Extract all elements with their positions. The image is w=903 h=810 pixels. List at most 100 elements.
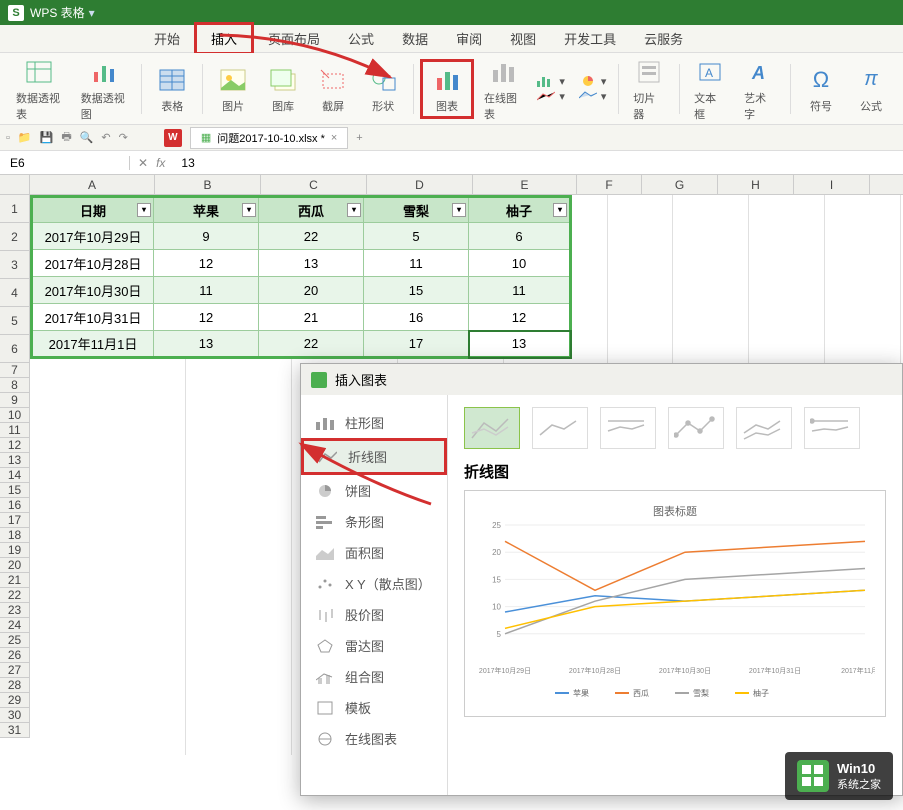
row-header[interactable]: 5 — [0, 307, 30, 335]
ribbon-shapes[interactable]: 形状 — [359, 62, 407, 116]
cell[interactable]: 15 — [364, 277, 469, 304]
filter-icon[interactable]: ▾ — [242, 203, 256, 217]
cell[interactable]: 12 — [154, 304, 259, 331]
cell[interactable]: 2017年10月30日 — [32, 277, 154, 304]
close-file-icon[interactable]: × — [331, 132, 337, 144]
qa-preview-icon[interactable]: 🔍 — [80, 131, 94, 144]
row-header[interactable]: 19 — [0, 543, 30, 558]
wps-badge-icon[interactable]: W — [164, 129, 182, 147]
chart-type-scatter[interactable]: X Y（散点图） — [301, 568, 447, 599]
chart-type-area[interactable]: 面积图 — [301, 537, 447, 568]
tab-cloud[interactable]: 云服务 — [630, 25, 697, 52]
col-header-F[interactable]: F — [577, 175, 642, 194]
tab-layout[interactable]: 页面布局 — [254, 25, 334, 52]
selected-cell[interactable]: 13 — [469, 331, 571, 358]
col-header-H[interactable]: H — [718, 175, 794, 194]
cell[interactable]: 2017年10月31日 — [32, 304, 154, 331]
cell[interactable]: 10 — [469, 250, 571, 277]
row-header[interactable]: 7 — [0, 363, 30, 378]
line-subtype-stacked-markers[interactable] — [736, 407, 792, 449]
cell[interactable]: 11 — [154, 277, 259, 304]
dropdown-icon[interactable]: ▾ — [89, 6, 95, 20]
ribbon-mini-4[interactable]: ▾ — [579, 90, 607, 103]
row-header[interactable]: 13 — [0, 453, 30, 468]
row-header[interactable]: 8 — [0, 378, 30, 393]
col-header-I[interactable]: I — [794, 175, 870, 194]
name-box[interactable]: E6 — [0, 156, 130, 170]
ribbon-pivot-table[interactable]: 数据透视表 — [8, 54, 71, 124]
row-header[interactable]: 20 — [0, 558, 30, 573]
ribbon-chart[interactable]: 图表 — [420, 59, 474, 119]
row-header[interactable]: 26 — [0, 648, 30, 663]
cell[interactable]: 22 — [259, 331, 364, 358]
row-header[interactable]: 21 — [0, 573, 30, 588]
ribbon-symbol[interactable]: Ω 符号 — [797, 62, 845, 116]
row-header[interactable]: 14 — [0, 468, 30, 483]
row-header[interactable]: 23 — [0, 603, 30, 618]
row-header[interactable]: 30 — [0, 708, 30, 723]
ribbon-mini-1[interactable]: ▾ — [537, 75, 565, 88]
filter-icon[interactable]: ▾ — [137, 203, 151, 217]
dialog-titlebar[interactable]: 插入图表 — [301, 364, 902, 395]
fx-icon[interactable]: fx — [156, 156, 165, 170]
ribbon-slicer[interactable]: 切片器 — [625, 54, 673, 124]
row-header[interactable]: 31 — [0, 723, 30, 738]
row-header[interactable]: 1 — [0, 195, 30, 223]
cell[interactable]: 11 — [364, 250, 469, 277]
row-header[interactable]: 9 — [0, 393, 30, 408]
chart-type-online[interactable]: 在线图表 — [301, 723, 447, 754]
ribbon-mini-2[interactable]: ▾ — [537, 90, 565, 103]
filter-icon[interactable]: ▾ — [347, 203, 361, 217]
qa-undo-icon[interactable]: ↶ — [101, 131, 110, 144]
file-tab[interactable]: ▦ 问题2017-10-10.xlsx * × — [190, 127, 348, 149]
cell[interactable]: 22 — [259, 223, 364, 250]
cell[interactable]: 5 — [364, 223, 469, 250]
line-subtype-stacked[interactable] — [532, 407, 588, 449]
cell[interactable]: 2017年10月29日 — [32, 223, 154, 250]
ribbon-pivot-chart[interactable]: 数据透视图 — [73, 54, 136, 124]
filter-icon[interactable]: ▾ — [452, 203, 466, 217]
cell[interactable]: 20 — [259, 277, 364, 304]
row-header[interactable]: 4 — [0, 279, 30, 307]
cell[interactable]: 9 — [154, 223, 259, 250]
filter-icon[interactable]: ▾ — [553, 203, 567, 217]
row-header[interactable]: 15 — [0, 483, 30, 498]
qa-new-icon[interactable]: ▫ — [6, 132, 10, 144]
col-header-A[interactable]: A — [30, 175, 155, 194]
cell[interactable]: 17 — [364, 331, 469, 358]
qa-print-icon[interactable]: 🖶 — [61, 128, 71, 147]
qa-open-icon[interactable]: 📁 — [18, 131, 32, 144]
row-header[interactable]: 11 — [0, 423, 30, 438]
header-cell[interactable]: 雪梨▾ — [364, 197, 469, 223]
ribbon-mini-3[interactable]: ▾ — [579, 75, 607, 88]
chart-type-template[interactable]: 模板 — [301, 692, 447, 723]
cell[interactable]: 12 — [154, 250, 259, 277]
ribbon-online-chart[interactable]: 在线图表 — [476, 54, 529, 124]
select-all-corner[interactable] — [0, 175, 30, 194]
header-cell[interactable]: 日期▾ — [32, 197, 154, 223]
row-header[interactable]: 22 — [0, 588, 30, 603]
row-header[interactable]: 27 — [0, 663, 30, 678]
tab-home[interactable]: 开始 — [140, 25, 194, 52]
col-header-G[interactable]: G — [642, 175, 718, 194]
row-header[interactable]: 25 — [0, 633, 30, 648]
line-subtype-100-markers[interactable] — [804, 407, 860, 449]
ribbon-screenshot[interactable]: 截屏 — [309, 62, 357, 116]
cell[interactable]: 2017年11月1日 — [32, 331, 154, 358]
line-subtype-100[interactable] — [600, 407, 656, 449]
cell[interactable]: 2017年10月28日 — [32, 250, 154, 277]
row-header[interactable]: 10 — [0, 408, 30, 423]
chart-type-radar[interactable]: 雷达图 — [301, 630, 447, 661]
ribbon-picture[interactable]: 图片 — [209, 62, 257, 116]
row-header[interactable]: 17 — [0, 513, 30, 528]
tab-data[interactable]: 数据 — [388, 25, 442, 52]
header-cell[interactable]: 西瓜▾ — [259, 197, 364, 223]
ribbon-equation[interactable]: π 公式 — [847, 62, 895, 116]
chart-type-line[interactable]: 折线图 — [301, 438, 447, 475]
col-header-C[interactable]: C — [261, 175, 367, 194]
row-header[interactable]: 6 — [0, 335, 30, 363]
row-header[interactable]: 2 — [0, 223, 30, 251]
qa-save-icon[interactable]: 💾 — [40, 131, 54, 144]
cell[interactable]: 12 — [469, 304, 571, 331]
tab-formula[interactable]: 公式 — [334, 25, 388, 52]
